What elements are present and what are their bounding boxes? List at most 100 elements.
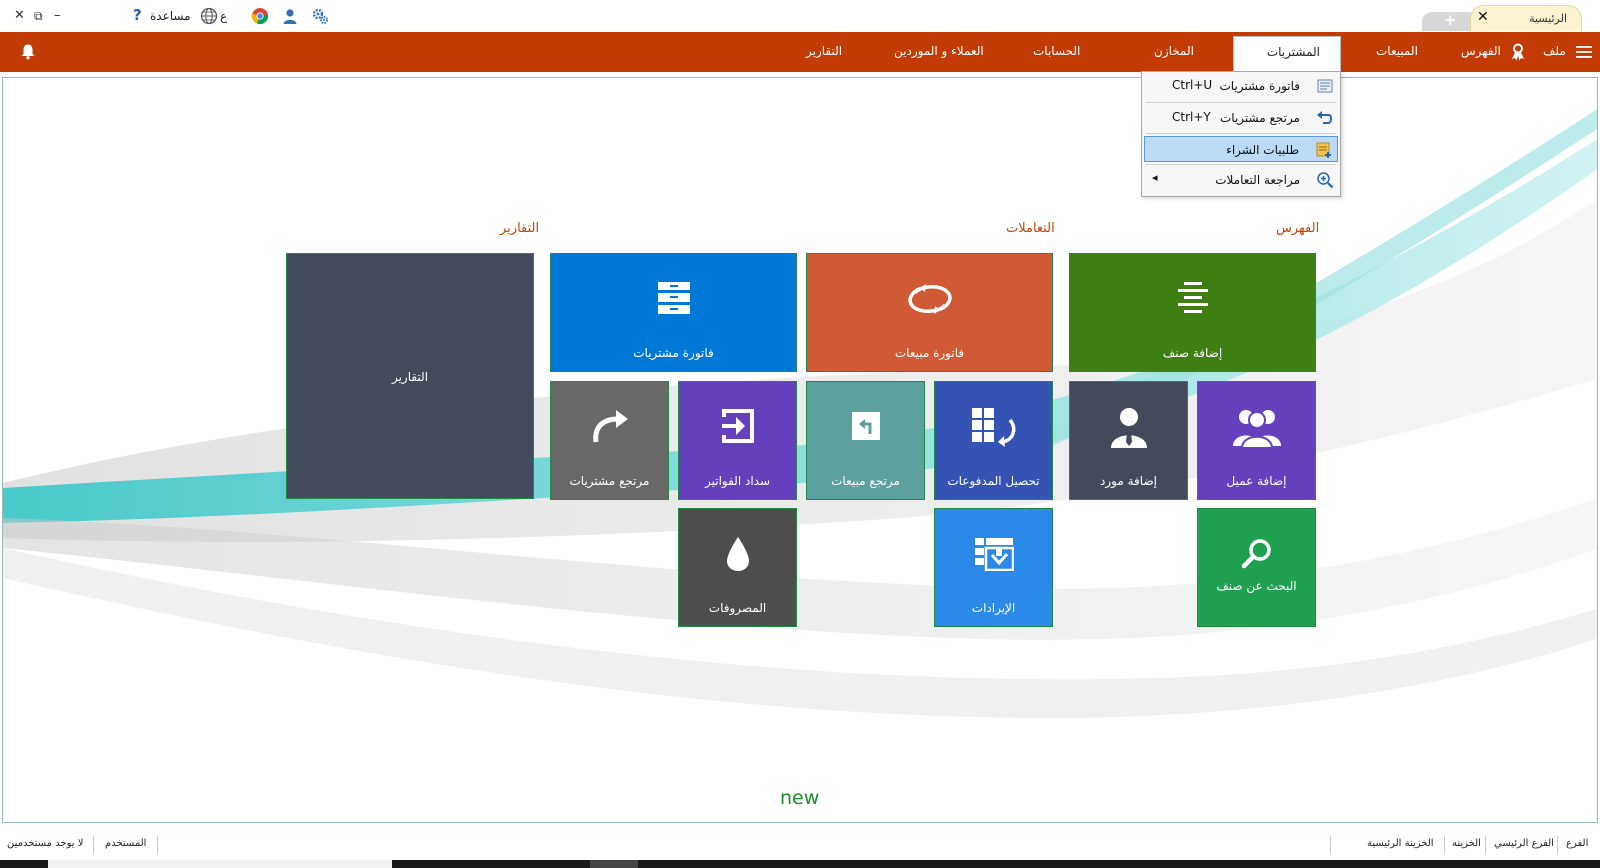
tile-purchase-invoice-label: فاتورة مشتريات — [633, 346, 714, 360]
tab-close-icon[interactable]: ✕ — [1477, 9, 1489, 25]
grid-check-icon — [974, 537, 1014, 575]
list-lines-icon — [1175, 280, 1211, 320]
hamburger-menu-icon[interactable] — [1576, 44, 1592, 63]
sign-in-icon — [718, 406, 758, 450]
status-separator — [1330, 836, 1331, 854]
window-restore-button[interactable]: ⧉ — [34, 9, 43, 24]
window-close-button[interactable]: ✕ — [14, 8, 25, 23]
menu-item-label: فاتورة مشتريات — [1219, 79, 1301, 93]
tile-add-customer-label: إضافة عميل — [1226, 474, 1287, 488]
tile-expenses[interactable]: المصروفات — [678, 508, 797, 627]
window-minimize-button[interactable]: – — [54, 8, 61, 23]
tile-purchase-invoice[interactable]: فاتورة مشتريات — [550, 253, 797, 372]
tile-collect-payments[interactable]: تحصيل المدفوعات — [934, 381, 1053, 500]
tile-add-supplier-label: إضافة مورد — [1100, 474, 1157, 488]
cycle-icon — [907, 282, 953, 320]
help-link[interactable]: مساعدة — [150, 9, 191, 23]
menu-item-purchase-orders[interactable]: طلبيات الشراء — [1144, 136, 1338, 162]
taskbar-item[interactable] — [48, 860, 392, 868]
treasury-value: الخزينة الرئيسية — [1367, 838, 1434, 849]
tile-sales-invoice[interactable]: فاتورة مبيعات — [806, 253, 1053, 372]
tile-reports[interactable]: التقارير — [286, 253, 534, 499]
menu-separator — [1146, 102, 1336, 103]
shortcut-label: Ctrl+Y — [1172, 110, 1211, 124]
gears-icon[interactable] — [311, 7, 329, 25]
tile-revenues[interactable]: الإيرادات — [934, 508, 1053, 627]
menu-purchases[interactable]: المشتريات — [1233, 36, 1341, 72]
os-taskbar — [0, 860, 1600, 868]
title-bar: ✕ ⧉ – ? مساعدة ع + ✕ الرئيسية — [0, 0, 1600, 32]
users-icon — [1231, 406, 1283, 452]
tile-sales-return[interactable]: مرتجع مبيعات — [806, 381, 925, 500]
status-separator — [1444, 836, 1445, 854]
status-separator — [93, 836, 94, 854]
tile-pay-bills-label: سداد الفواتير — [704, 474, 771, 488]
menu-sales[interactable]: المبيعات — [1376, 44, 1418, 58]
tile-collect-payments-label: تحصيل المدفوعات — [947, 474, 1040, 488]
tile-search-item-label: البحث عن صنف — [1216, 579, 1297, 593]
status-separator — [1485, 836, 1486, 854]
section-title-reports: التقارير — [500, 221, 540, 236]
background-wave — [3, 109, 1597, 718]
treasury-label: الخزينه — [1452, 838, 1481, 849]
catalog-ribbon-icon — [1510, 43, 1526, 65]
drop-icon — [725, 535, 751, 577]
redo-icon — [590, 408, 630, 448]
menu-separator — [1146, 133, 1336, 134]
menu-separator — [1146, 164, 1336, 165]
menu-customers-suppliers[interactable]: العملاء و الموردين — [894, 44, 984, 58]
help-icon[interactable]: ? — [133, 6, 142, 24]
purchases-dropdown-menu: Ctrl+U فاتورة مشتريات Ctrl+Y مرتجع مشتري… — [1141, 71, 1341, 197]
tile-expenses-label: المصروفات — [708, 601, 767, 615]
user-label: المستخدم — [105, 838, 147, 849]
menu-stores[interactable]: المخازن — [1154, 44, 1194, 58]
tile-reports-label: التقارير — [391, 370, 429, 384]
status-separator — [1557, 836, 1558, 854]
tab-home[interactable]: ✕ الرئيسية — [1470, 5, 1582, 31]
tile-add-supplier[interactable]: إضافة مورد — [1069, 381, 1188, 500]
tile-add-item[interactable]: إضافة صنف — [1069, 253, 1316, 372]
invoice-icon — [1316, 77, 1334, 95]
search-icon — [1241, 537, 1273, 573]
menu-item-review-transactions[interactable]: ◂ مراجعة التعاملات — [1144, 167, 1338, 193]
zoom-in-icon — [1316, 171, 1334, 189]
tile-add-customer[interactable]: إضافة عميل — [1197, 381, 1316, 500]
tile-add-item-label: إضافة صنف — [1162, 346, 1223, 360]
user-tie-icon — [1109, 406, 1149, 452]
cabinet-icon — [654, 278, 694, 322]
menu-file[interactable]: ملف — [1543, 44, 1566, 58]
tile-purchase-return-label: مرتجع مشتريات — [569, 474, 650, 488]
chrome-icon[interactable] — [251, 7, 269, 25]
globe-icon[interactable] — [200, 7, 218, 25]
tile-revenues-label: الإيرادات — [971, 601, 1016, 615]
status-separator — [157, 836, 158, 854]
purchase-order-icon — [1315, 141, 1333, 159]
taskbar-item[interactable] — [590, 860, 638, 868]
menu-accounts[interactable]: الحسابات — [1033, 44, 1080, 58]
new-label: new — [780, 787, 820, 809]
branch-label: الفرع — [1566, 838, 1589, 849]
grid-return-icon — [970, 406, 1018, 452]
section-title-transactions: التعاملات — [1006, 221, 1055, 236]
menu-reports[interactable]: التقارير — [806, 44, 842, 58]
menu-item-purchase-invoice[interactable]: Ctrl+U فاتورة مشتريات — [1144, 73, 1338, 99]
language-toggle[interactable]: ع — [220, 9, 227, 23]
menu-item-purchase-return[interactable]: Ctrl+Y مرتجع مشتريات — [1144, 105, 1338, 131]
return-box-icon — [850, 410, 882, 446]
menu-item-label: مرتجع مشتريات — [1219, 111, 1300, 125]
bell-icon[interactable] — [20, 43, 36, 64]
tile-purchase-return[interactable]: مرتجع مشتريات — [550, 381, 669, 500]
menu-item-label: مراجعة التعاملات — [1215, 173, 1300, 187]
user-value: لا يوجد مستخدمين — [7, 838, 84, 849]
menu-item-label: طلبيات الشراء — [1226, 143, 1299, 157]
tile-search-item[interactable]: البحث عن صنف — [1197, 508, 1316, 627]
shortcut-label: Ctrl+U — [1172, 78, 1213, 92]
tab-home-label: الرئيسية — [1529, 12, 1567, 25]
menu-bar: ملف الفهرس المبيعات المشتريات المخازن ال… — [0, 32, 1600, 72]
undo-icon — [1316, 109, 1334, 127]
main-panel: الفهرس التعاملات التقارير إضافة صنف فاتو… — [2, 77, 1598, 823]
menu-catalog[interactable]: الفهرس — [1461, 44, 1501, 58]
branch-value: الفرع الرئيسي — [1494, 838, 1554, 849]
user-icon[interactable] — [281, 7, 299, 25]
tile-pay-bills[interactable]: سداد الفواتير — [678, 381, 797, 500]
